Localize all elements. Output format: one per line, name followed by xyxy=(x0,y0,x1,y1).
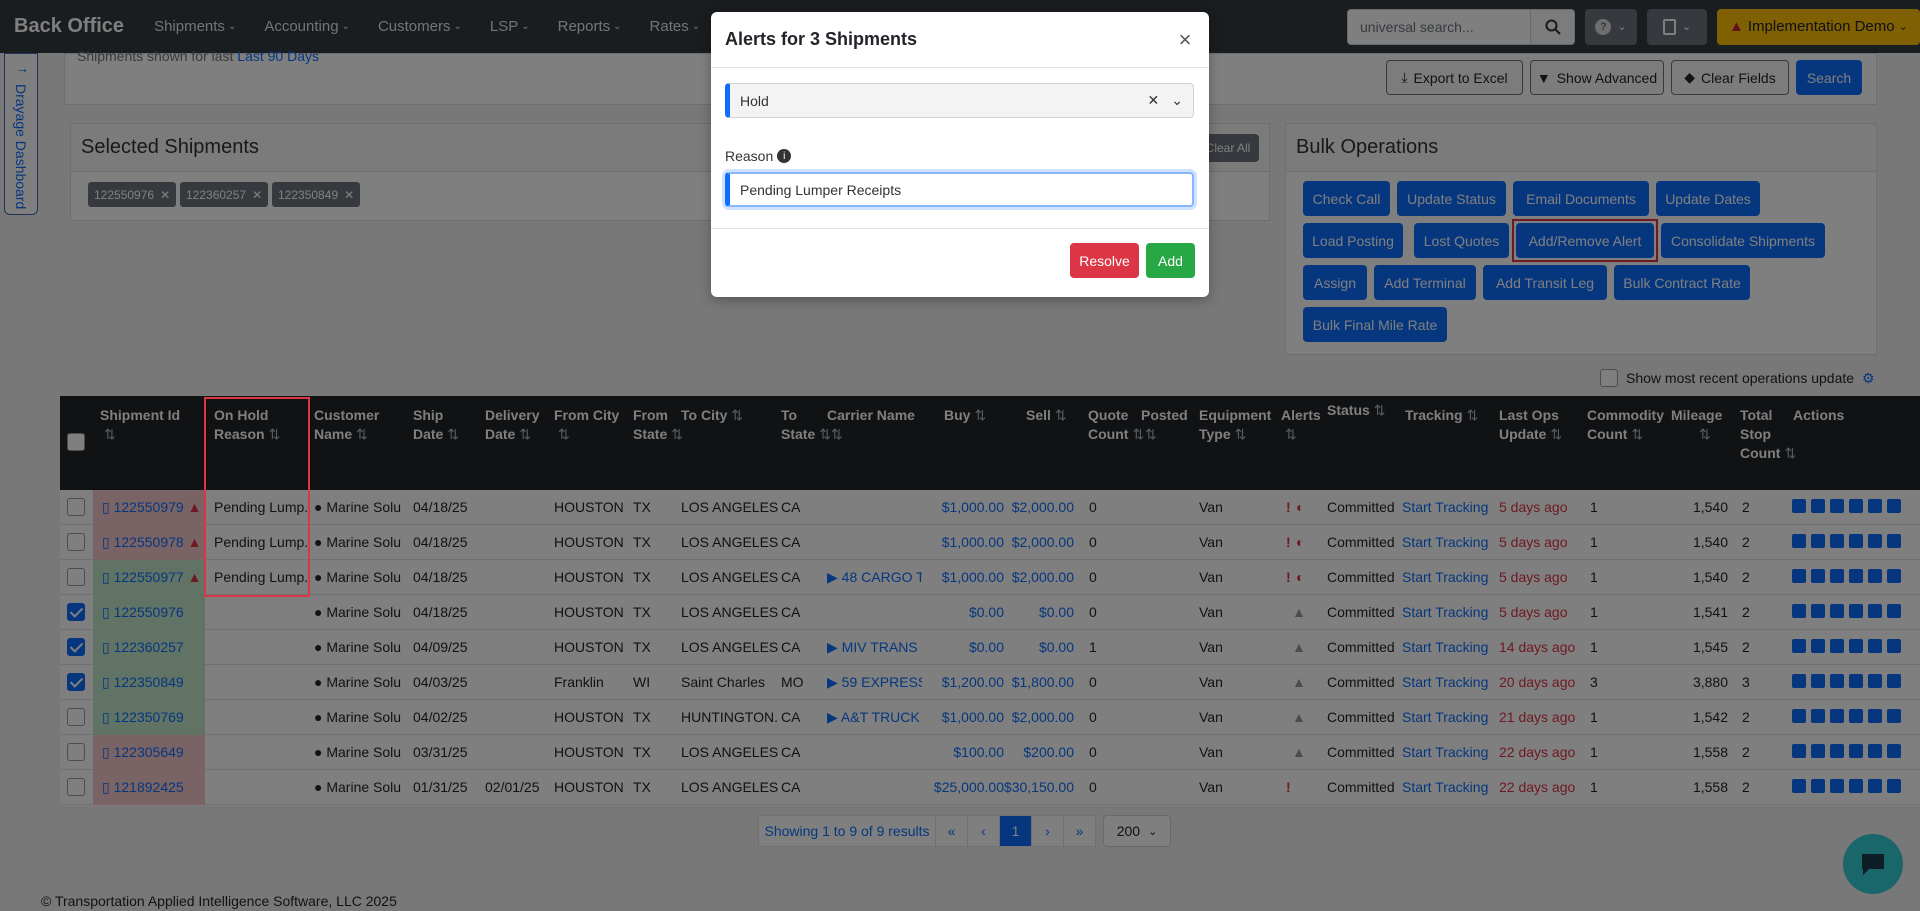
info-icon: i xyxy=(777,149,792,163)
alert-type-value: Hold xyxy=(740,92,769,109)
clear-select-icon[interactable]: ✕ xyxy=(1148,92,1160,109)
reason-label-text: Reason xyxy=(725,148,774,164)
highlight-box xyxy=(204,397,310,597)
select-controls: ✕ ⌄ xyxy=(1148,92,1183,109)
resolve-button[interactable]: Resolve xyxy=(1070,243,1139,278)
alert-type-select[interactable]: Hold ✕ ⌄ xyxy=(725,83,1194,118)
reason-label: Reason i xyxy=(725,148,792,164)
alerts-modal: Alerts for 3 Shipments × Hold ✕ ⌄ Reason… xyxy=(711,12,1209,297)
chevron-down-icon[interactable]: ⌄ xyxy=(1171,92,1183,109)
add-button[interactable]: Add xyxy=(1146,243,1195,278)
reason-input[interactable] xyxy=(725,172,1194,207)
modal-title: Alerts for 3 Shipments xyxy=(725,29,918,49)
close-icon[interactable]: × xyxy=(1175,27,1195,52)
modal-divider xyxy=(711,228,1209,229)
modal-header: Alerts for 3 Shipments × xyxy=(711,12,1209,68)
